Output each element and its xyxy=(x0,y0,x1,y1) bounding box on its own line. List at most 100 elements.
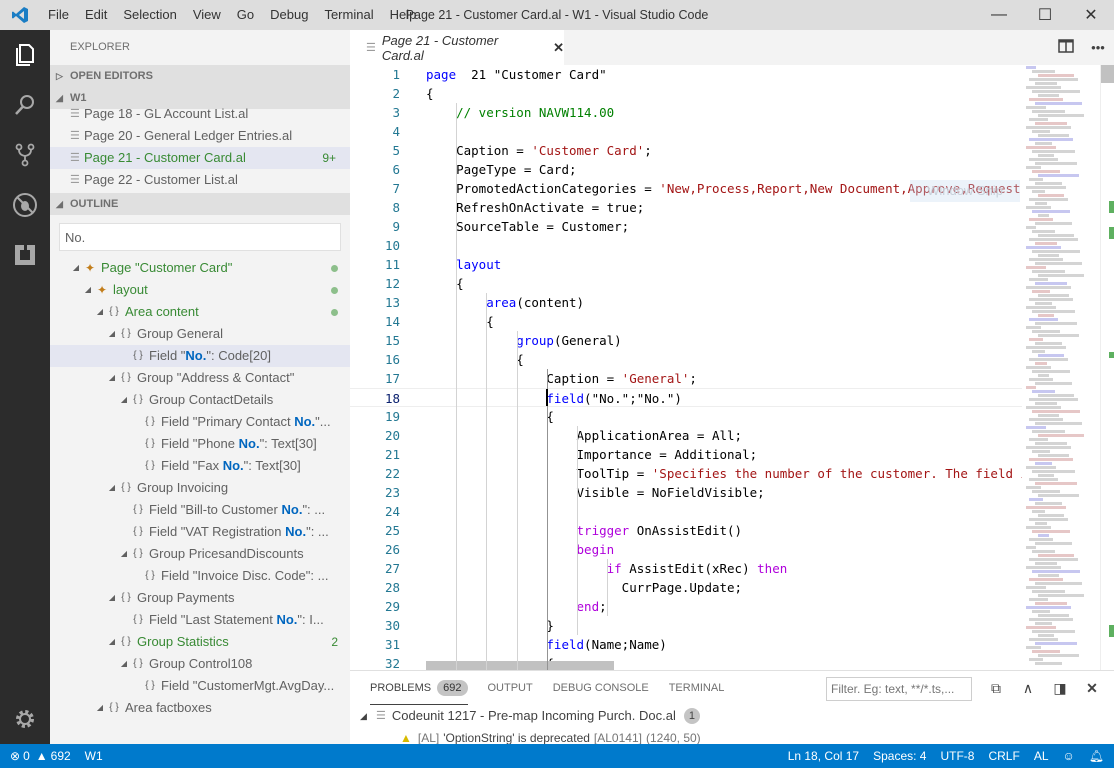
tab-problems[interactable]: PROBLEMS 692 xyxy=(370,671,468,705)
close-window-button[interactable]: ✕ xyxy=(1068,0,1114,30)
collapse-all-icon[interactable]: ⧉ xyxy=(980,680,1012,697)
outline-item[interactable]: ◢ { } Group PricesandDiscounts xyxy=(50,543,350,565)
code-line[interactable]: 30 } xyxy=(350,616,1022,635)
code-line[interactable]: 5 Caption = 'Customer Card'; xyxy=(350,141,1022,160)
split-editor-icon[interactable] xyxy=(1050,39,1082,56)
tab-output[interactable]: OUTPUT xyxy=(488,671,533,705)
outline-section[interactable]: ◢ OUTLINE xyxy=(50,193,350,215)
horizontal-scrollbar[interactable] xyxy=(426,661,614,670)
code-line[interactable]: 11 layout xyxy=(350,255,1022,274)
cursor-position[interactable]: Ln 18, Col 17 xyxy=(788,749,859,763)
language-status[interactable]: AL xyxy=(1034,749,1049,763)
extensions-icon[interactable] xyxy=(0,230,50,280)
code-line[interactable]: 3 // version NAVW114.00 xyxy=(350,103,1022,122)
source-control-icon[interactable] xyxy=(0,130,50,180)
code-line[interactable]: 23 Visible = NoFieldVisible; xyxy=(350,483,1022,502)
problem-file-row[interactable]: ◢ ☰ Codeunit 1217 - Pre-map Incoming Pur… xyxy=(350,705,1114,727)
code-line[interactable]: 28 CurrPage.Update; xyxy=(350,578,1022,597)
outline-item[interactable]: ◢ { } Group Payments xyxy=(50,587,350,609)
code-line[interactable]: 9 SourceTable = Customer; xyxy=(350,217,1022,236)
menu-view[interactable]: View xyxy=(185,0,229,30)
outline-item[interactable]: ◢ ✦ layout xyxy=(50,279,350,301)
outline-item[interactable]: ◢ { } Group Invoicing xyxy=(50,477,350,499)
outline-item[interactable]: ◢ { } Group "Address & Contact" xyxy=(50,367,350,389)
notifications-bell-icon[interactable]: 🔔︎ xyxy=(1089,749,1104,763)
explorer-icon[interactable] xyxy=(0,30,50,80)
file-item[interactable]: ☰ Page 18 - GL Account List.al xyxy=(50,103,350,125)
outline-item[interactable]: ◢ { } Group ContactDetails xyxy=(50,389,350,411)
code-line[interactable]: 10 xyxy=(350,236,1022,255)
code-line[interactable]: 12 { xyxy=(350,274,1022,293)
outline-item[interactable]: { } Field "CustomerMgt.AvgDay... xyxy=(50,675,350,697)
code-line[interactable]: 27 if AssistEdit(xRec) then xyxy=(350,559,1022,578)
file-item[interactable]: ☰ Page 22 - Customer List.al xyxy=(50,169,350,191)
eol-status[interactable]: CRLF xyxy=(988,749,1019,763)
close-panel-icon[interactable]: ✕ xyxy=(1076,680,1108,697)
code-line[interactable]: 1 page 21 "Customer Card" xyxy=(350,65,1022,84)
code-line[interactable]: 20 ApplicationArea = All; xyxy=(350,426,1022,445)
workspace-status[interactable]: W1 xyxy=(85,749,103,763)
code-line[interactable]: 25 trigger OnAssistEdit() xyxy=(350,521,1022,540)
tab-customer-card[interactable]: ☰ Page 21 - Customer Card.al ✕ xyxy=(350,30,564,65)
menu-debug[interactable]: Debug xyxy=(262,0,316,30)
feedback-smiley-icon[interactable]: ☺ xyxy=(1063,749,1075,763)
code-line[interactable]: 31 field(Name;Name) xyxy=(350,635,1022,654)
code-line[interactable]: 16 { xyxy=(350,350,1022,369)
panel-layout-icon[interactable]: ◨ xyxy=(1044,680,1076,697)
close-tab-icon[interactable]: ✕ xyxy=(553,40,564,56)
outline-item[interactable]: { } Field "No.": Code[20] xyxy=(50,345,350,367)
problems-filter-input[interactable]: Filter. Eg: text, **/*.ts,... xyxy=(826,677,972,701)
code-line[interactable]: 26 begin xyxy=(350,540,1022,559)
code-line[interactable]: 15 group(General) xyxy=(350,331,1022,350)
outline-item[interactable]: { } Field "Primary Contact No."... xyxy=(50,411,350,433)
code-line[interactable]: 14 { xyxy=(350,312,1022,331)
outline-item[interactable]: ◢ { } Group Statistics 2 xyxy=(50,631,350,653)
outline-filter-input[interactable]: No. xyxy=(59,223,341,251)
menu-selection[interactable]: Selection xyxy=(115,0,184,30)
maximize-button[interactable]: ☐ xyxy=(1022,0,1068,30)
code-line[interactable]: 6 PageType = Card; xyxy=(350,160,1022,179)
menu-file[interactable]: File xyxy=(40,0,77,30)
gear-icon[interactable] xyxy=(0,694,50,744)
debug-icon[interactable] xyxy=(0,180,50,230)
outline-item[interactable]: { } Field "Fax No.": Text[30] xyxy=(50,455,350,477)
outline-item[interactable]: { } Field "Phone No.": Text[30] xyxy=(50,433,350,455)
more-actions-icon[interactable]: ••• xyxy=(1082,40,1114,55)
menu-edit[interactable]: Edit xyxy=(77,0,115,30)
code-line[interactable]: 17 Caption = 'General'; xyxy=(350,369,1022,388)
outline-item[interactable]: ◢ { } Area factboxes xyxy=(50,697,350,719)
search-icon[interactable] xyxy=(0,80,50,130)
open-editors-section[interactable]: ▷ OPEN EDITORS xyxy=(50,65,350,87)
code-line[interactable]: 4 xyxy=(350,122,1022,141)
tab-debug-console[interactable]: DEBUG CONSOLE xyxy=(553,671,649,705)
outline-item[interactable]: { } Field "Last Statement No.": I... xyxy=(50,609,350,631)
code-line[interactable]: 22 ToolTip = 'Specifies the number of th… xyxy=(350,464,1022,483)
outline-item[interactable]: { } Field "VAT Registration No.": ... xyxy=(50,521,350,543)
file-item[interactable]: ☰ Page 21 - Customer Card.al 9+ xyxy=(50,147,350,169)
menu-help[interactable]: Help xyxy=(382,0,425,30)
outline-item[interactable]: ◢ { } Group General xyxy=(50,323,350,345)
minimap[interactable] xyxy=(1022,65,1100,670)
code-editor[interactable]: 1 page 21 "Customer Card" 2{3 // version N… xyxy=(350,65,1022,670)
code-line[interactable]: 24 xyxy=(350,502,1022,521)
encoding-status[interactable]: UTF-8 xyxy=(940,749,974,763)
minimize-button[interactable]: — xyxy=(976,0,1022,30)
problems-status[interactable]: ⊗ 0 ▲ 692 xyxy=(10,749,71,763)
code-line[interactable]: 2{ xyxy=(350,84,1022,103)
vertical-scrollbar[interactable] xyxy=(1100,65,1114,670)
code-line[interactable]: 29 end; xyxy=(350,597,1022,616)
code-line[interactable]: 18 field("No.";"No.") xyxy=(350,388,1022,407)
code-line[interactable]: 19 { xyxy=(350,407,1022,426)
tab-terminal[interactable]: TERMINAL xyxy=(669,671,725,705)
menu-go[interactable]: Go xyxy=(229,0,262,30)
outline-item[interactable]: ◢ ✦ Page "Customer Card" xyxy=(50,257,350,279)
outline-item[interactable]: ◢ { } Group Control108 xyxy=(50,653,350,675)
menu-terminal[interactable]: Terminal xyxy=(316,0,381,30)
outline-item[interactable]: ◢ { } Area content xyxy=(50,301,350,323)
outline-item[interactable]: { } Field "Bill-to Customer No.": ... xyxy=(50,499,350,521)
file-item[interactable]: ☰ Page 20 - General Ledger Entries.al xyxy=(50,125,350,147)
maximize-panel-icon[interactable]: ∧ xyxy=(1012,680,1044,697)
code-line[interactable]: 21 Importance = Additional; xyxy=(350,445,1022,464)
indentation-status[interactable]: Spaces: 4 xyxy=(873,749,926,763)
code-line[interactable]: 13 area(content) xyxy=(350,293,1022,312)
